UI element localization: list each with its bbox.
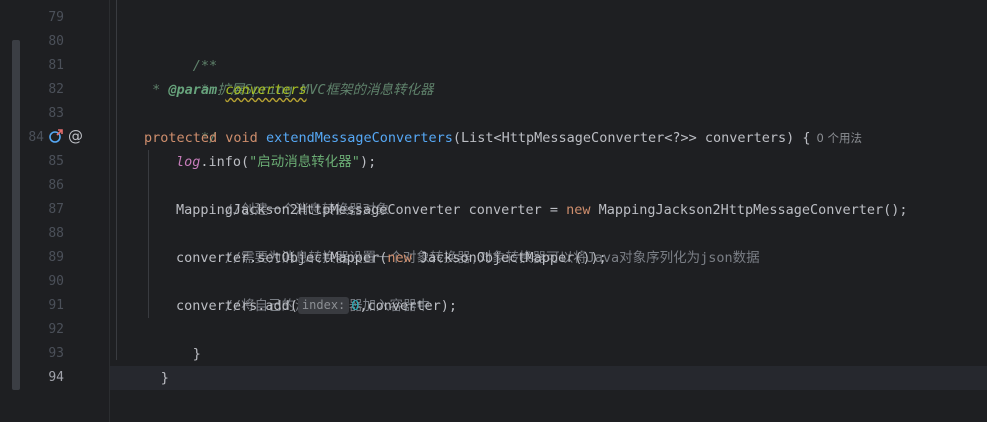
statement: MappingJackson2HttpMessageConverter(); — [590, 202, 908, 218]
line-number-current: 94 — [48, 370, 64, 385]
usage-count-hint[interactable]: 0 个用法 — [817, 131, 862, 145]
line-number: 79 — [48, 10, 64, 25]
line-number: 88 — [48, 226, 64, 241]
code-line-91[interactable]: converters.add(index: 0,converter); — [176, 294, 457, 318]
field-reference: log — [176, 154, 201, 170]
indent-guide — [148, 150, 149, 318]
code-line-88[interactable]: //需要为消息转换器设置一个对象转换器,对象转换器可以将Java对象序列化为js… — [176, 222, 760, 266]
code-editor[interactable]: 79 80 81 82 83 84 85 86 87 88 89 90 91 9… — [0, 0, 987, 422]
statement: MappingJackson2HttpMessageConverter conv… — [176, 202, 567, 218]
code-line-92[interactable]: } — [144, 318, 201, 362]
line-number: 86 — [48, 178, 64, 193]
line-number: 85 — [48, 154, 64, 169]
code-line-85[interactable]: log.info("启动消息转化器"); — [176, 150, 376, 174]
keyword: new — [387, 250, 412, 266]
keyword: void — [225, 130, 258, 146]
code-line-80[interactable]: /** — [144, 30, 217, 74]
code-line-86[interactable]: //创建一个消息转换器对象 — [176, 174, 390, 218]
doc-comment: * — [144, 82, 169, 98]
line-number-gutter[interactable]: 79 80 81 82 83 84 85 86 87 88 89 90 91 9… — [20, 0, 110, 422]
method-call: .info( — [200, 154, 250, 170]
scroll-marker-bar[interactable] — [12, 40, 20, 390]
line-number: 84 — [28, 130, 44, 145]
line-number: 80 — [48, 34, 64, 49]
keyword: protected — [144, 130, 218, 146]
punctuation: ); — [359, 154, 377, 170]
line-number: 93 — [48, 346, 64, 361]
override-icon[interactable] — [48, 128, 64, 144]
line-number: 82 — [48, 82, 64, 97]
code-line-83[interactable]: */ — [144, 102, 217, 146]
code-line-90[interactable]: //将自己的消息转化器加入容器中 — [176, 270, 430, 314]
line-number: 83 — [48, 106, 64, 121]
statement: JacksonObjectMapper()); — [411, 250, 607, 266]
doc-param-name: converters — [225, 82, 307, 98]
closing-brace: } — [192, 346, 201, 362]
code-line-87[interactable]: MappingJackson2HttpMessageConverter conv… — [176, 198, 908, 222]
line-number: 91 — [48, 298, 64, 313]
code-area[interactable]: /** * 扩展Spring MVC框架的消息转化器 * @param conv… — [110, 0, 987, 422]
tool-strip — [0, 0, 20, 422]
code-line-94[interactable] — [112, 366, 972, 390]
keyword: new — [566, 202, 591, 218]
method-signature: (List<HttpMessageConverter<?>> converter… — [452, 130, 811, 146]
doc-param-tag: @param — [168, 82, 218, 98]
line-number: 89 — [48, 250, 64, 265]
string-literal: "启动消息转化器" — [249, 154, 360, 170]
code-line-89[interactable]: converter.setObjectMapper(new JacksonObj… — [176, 246, 607, 270]
indent-guide — [116, 0, 117, 360]
statement: converter.setObjectMapper( — [176, 250, 388, 266]
at-annotation-icon[interactable]: @ — [68, 128, 83, 144]
line-number: 92 — [48, 322, 64, 337]
statement: ,converter); — [359, 298, 457, 314]
code-line-81[interactable]: * 扩展Spring MVC框架的消息转化器 — [144, 54, 434, 98]
code-line-82[interactable]: * @param converters — [144, 78, 307, 102]
parameter-name-hint: index: — [297, 297, 350, 314]
line-number: 81 — [48, 58, 64, 73]
code-line-93[interactable]: } — [112, 342, 169, 386]
method-name: extendMessageConverters — [265, 130, 453, 146]
line-number: 87 — [48, 202, 64, 217]
statement: converters.add( — [176, 298, 298, 314]
line-number: 90 — [48, 274, 64, 289]
code-line-84[interactable]: protected void extendMessageConverters(L… — [144, 126, 862, 150]
